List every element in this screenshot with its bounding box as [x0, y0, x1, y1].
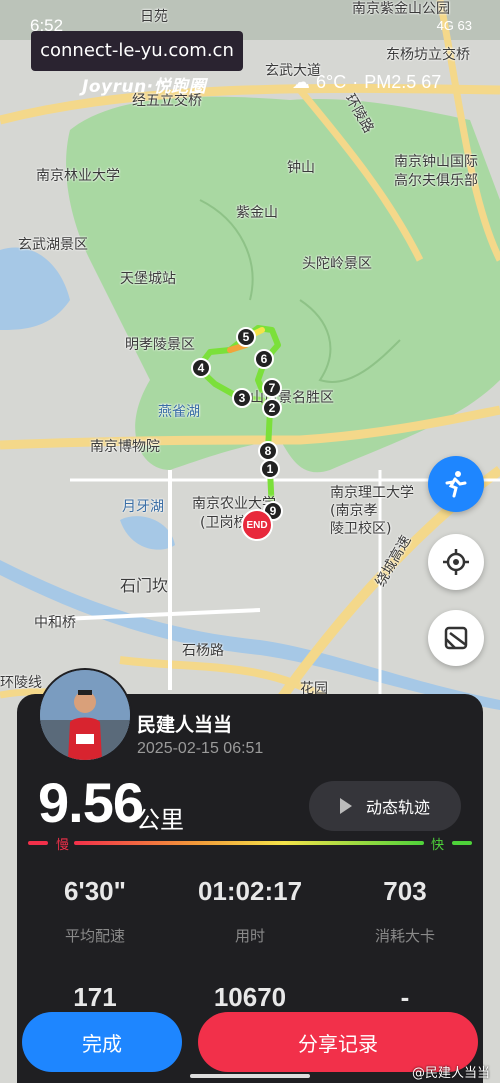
stat-cadence-value: 171 [73, 982, 117, 1012]
watermark: @民建人当当 [411, 1066, 490, 1081]
app-brand: Joyrun·悦跑圈 [82, 77, 207, 97]
speed-scale-bar [28, 841, 472, 845]
avatar[interactable] [38, 668, 132, 762]
crosshair-icon [443, 549, 469, 575]
end-marker: END [241, 509, 273, 541]
done-button[interactable]: 完成 [22, 1012, 182, 1072]
map-label: 南京理工大学 [330, 485, 414, 501]
stat-avg-pace-label: 平均配速 [64, 927, 125, 945]
stat-heart-value: - [400, 982, 410, 1012]
map-label: 燕雀湖 [158, 404, 200, 420]
route-marker-2: 2 [262, 398, 282, 418]
status-indicators: 4G 63 [436, 18, 472, 33]
track-replay-button[interactable]: 动态轨迹 [309, 781, 461, 831]
status-bar: 6:52 4G 63 [0, 0, 500, 35]
map-label: (南京孝 [330, 503, 378, 519]
weather-info: ☁ 6°C · PM2.5 67 [292, 72, 441, 93]
locate-button[interactable] [428, 534, 484, 590]
weather-separator: · [352, 72, 359, 92]
map-label: 钟山 [287, 160, 315, 176]
map-layer-icon [444, 626, 468, 650]
cloud-icon: ☁ [292, 72, 310, 92]
home-indicator[interactable] [190, 1074, 310, 1078]
map-label: 玄武湖景区 [18, 237, 88, 253]
route-marker-7: 7 [262, 378, 282, 398]
runner-icon [445, 471, 467, 498]
route-marker-3: 3 [232, 388, 252, 408]
air-quality: PM2.5 67 [364, 72, 442, 92]
route-marker-5: 5 [236, 327, 256, 347]
map-label: 明孝陵景区 [125, 337, 195, 353]
map-label: 环陵线 [0, 675, 42, 691]
speed-fast-label: 快 [431, 838, 445, 853]
route-marker-1: 1 [260, 459, 280, 479]
temperature: 6°C [316, 72, 347, 92]
map-label: 石杨路 [182, 643, 224, 659]
map-label: 南京博物院 [90, 439, 160, 455]
distance-value: 9.56 [38, 771, 144, 834]
stat-duration-value: 01:02:17 [197, 876, 303, 906]
stat-avg-pace-value: 6'30" [64, 876, 126, 906]
stat-duration-label: 用时 [234, 927, 265, 945]
username: 民建人当当 [137, 714, 233, 736]
map-label: 中和桥 [34, 615, 76, 631]
map-label: 天堡城站 [120, 271, 176, 287]
stat-calories-label: 消耗大卡 [374, 927, 435, 945]
map-label: 陵卫校区) [330, 521, 392, 537]
map-label: 石门坎 [120, 576, 169, 595]
map-label: 南京林业大学 [36, 168, 120, 184]
run-datetime: 2025-02-15 06:51 [137, 740, 264, 757]
map-label: 东杨坊立交桥 [386, 47, 470, 63]
stat-steps-value: 10670 [213, 982, 287, 1012]
map-label: 南京钟山国际 [394, 154, 478, 170]
map-label: 月牙湖 [122, 499, 164, 515]
route-marker-6: 6 [254, 349, 274, 369]
avatar-image [40, 670, 130, 760]
play-icon [339, 798, 352, 814]
map-layer-button[interactable] [428, 610, 484, 666]
route-marker-8: 8 [258, 441, 278, 461]
track-replay-label: 动态轨迹 [365, 798, 430, 817]
speed-slow-label: 慢 [56, 838, 70, 853]
map-label: 头陀岭景区 [302, 256, 372, 272]
runner-mode-button[interactable] [428, 456, 484, 512]
map-label: 高尔夫俱乐部 [394, 173, 478, 189]
url-overlay: connect-le-yu.com.cn [31, 31, 243, 71]
route-marker-4: 4 [191, 358, 211, 378]
map-label: 紫金山 [236, 205, 278, 221]
stat-calories-value: 703 [383, 876, 427, 906]
distance-unit: 公里 [136, 806, 184, 834]
